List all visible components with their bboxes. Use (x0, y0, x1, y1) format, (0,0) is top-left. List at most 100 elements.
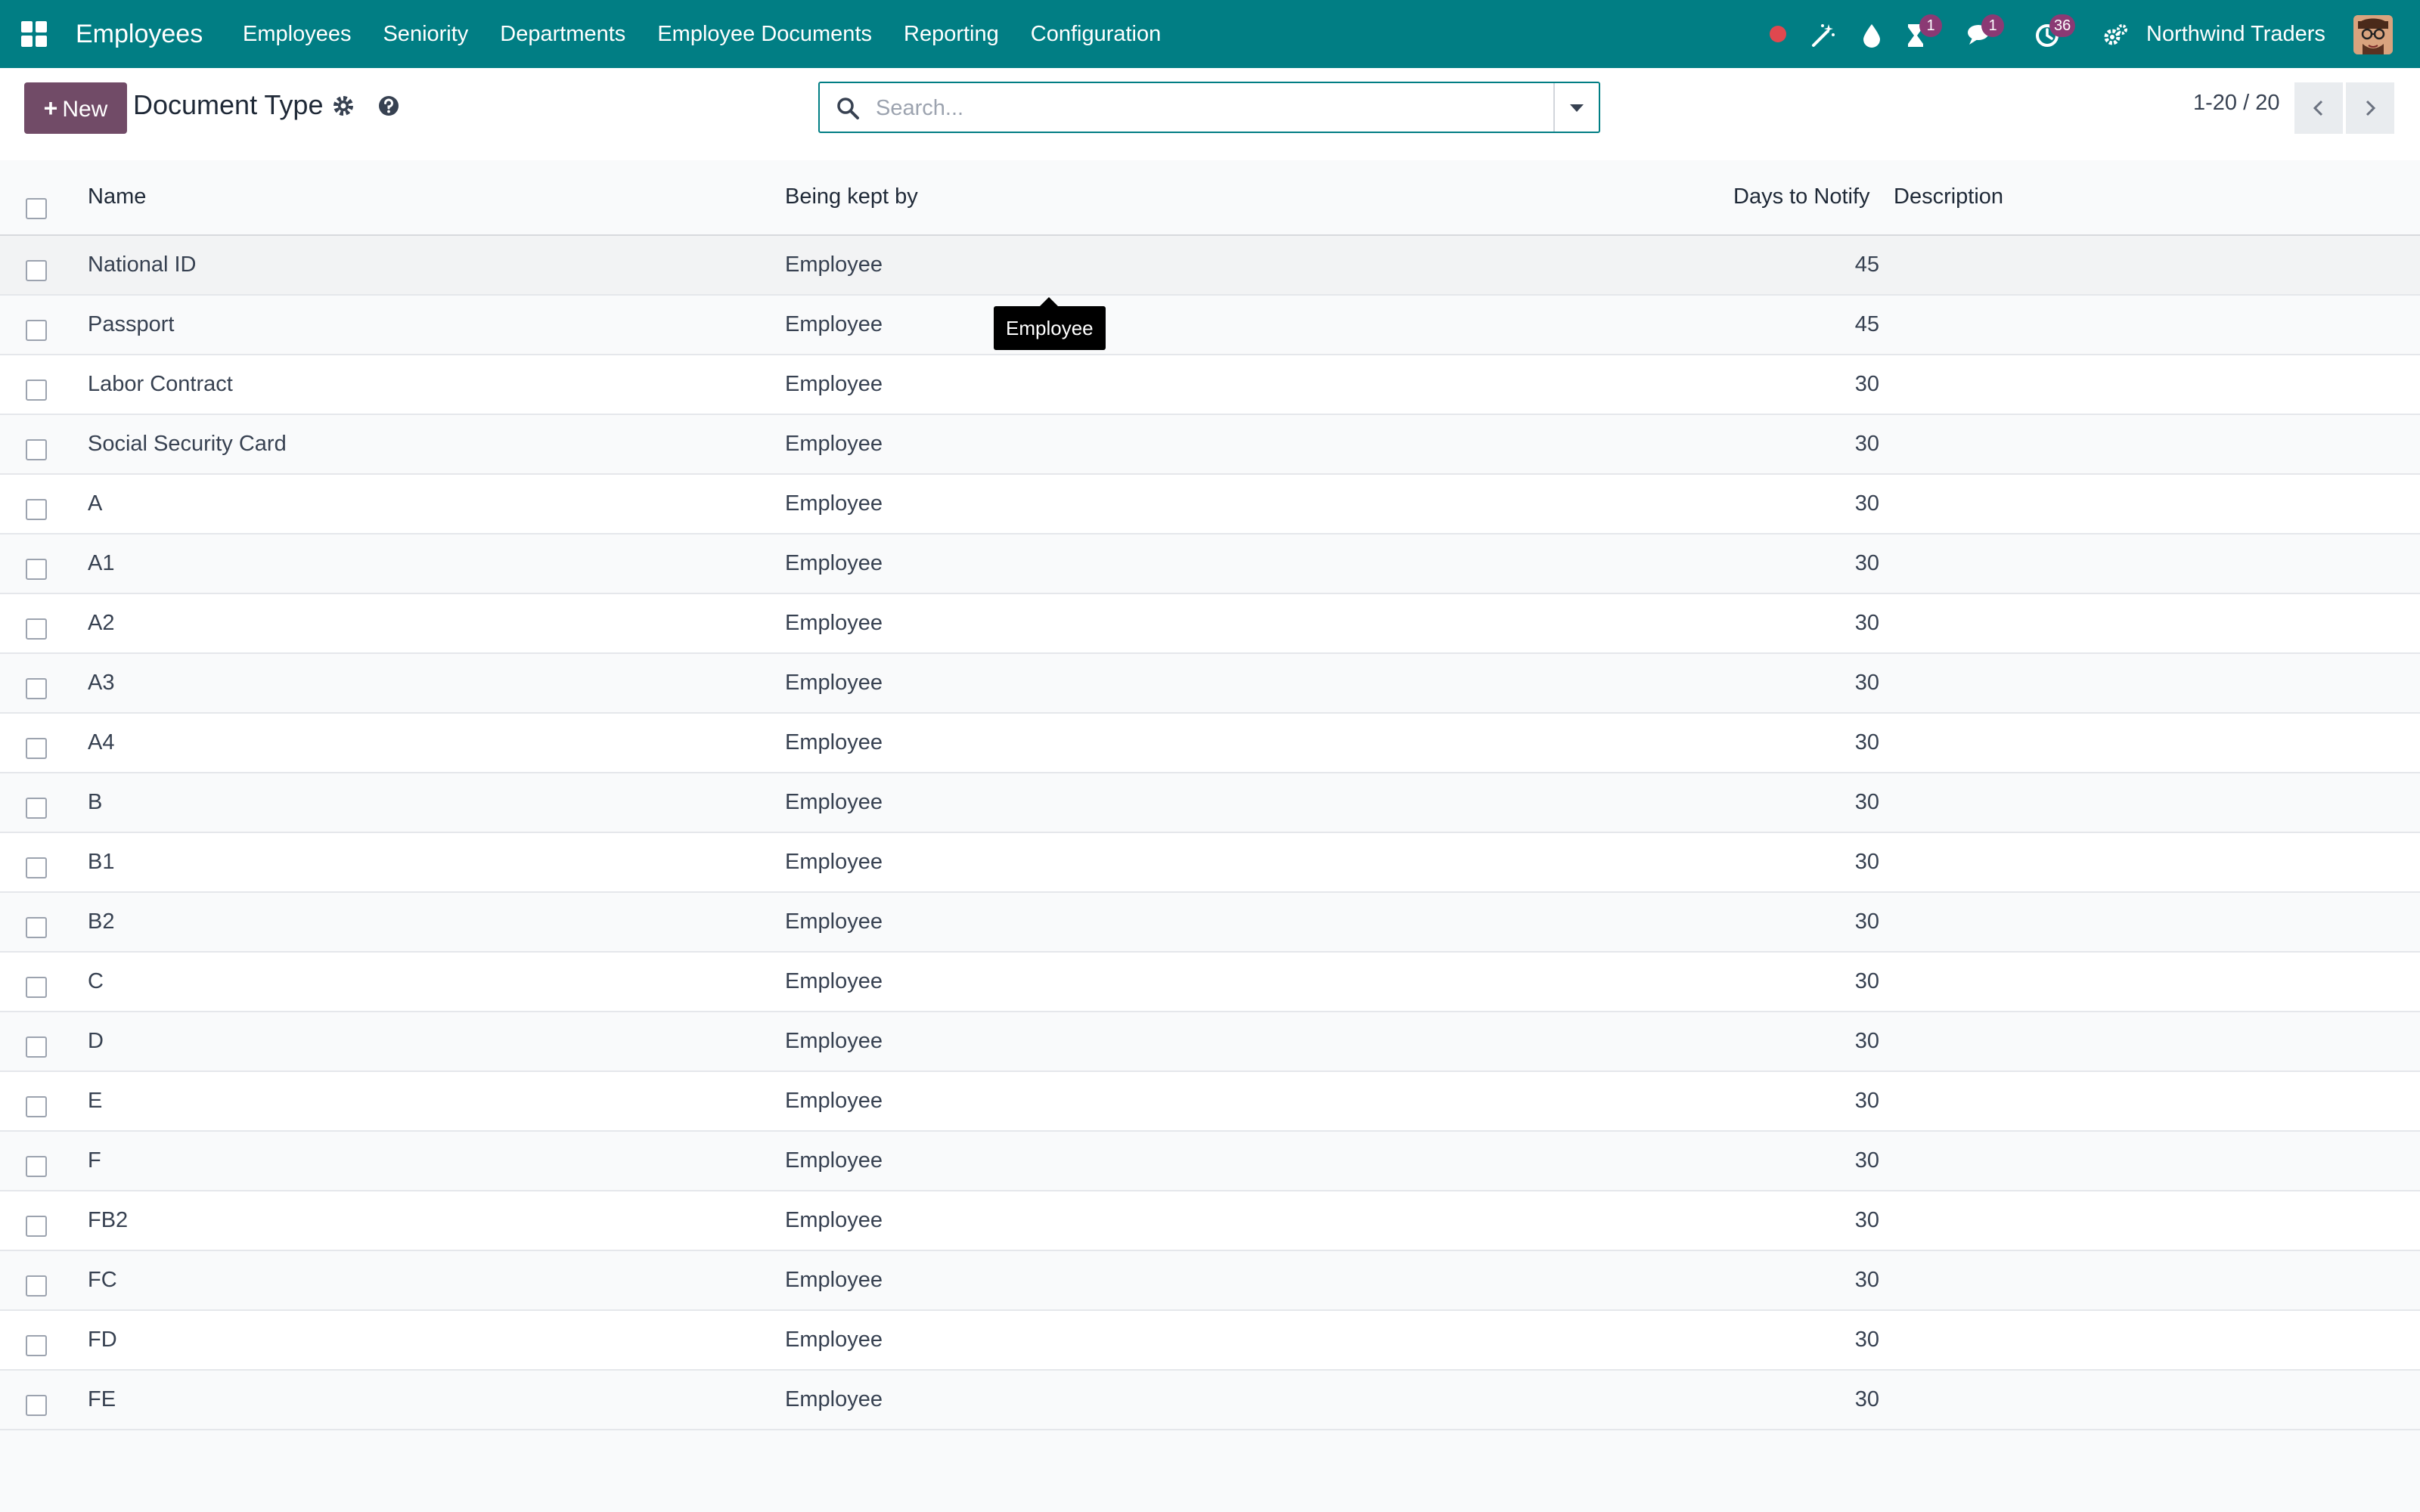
cell-being-kept-by: Employee (785, 611, 883, 635)
menu-departments[interactable]: Departments (484, 0, 641, 68)
table-row[interactable]: Labor Contract Employee 30 (0, 355, 2420, 415)
user-avatar[interactable] (2353, 15, 2393, 54)
menu-configuration[interactable]: Configuration (1015, 0, 1177, 68)
cell-name: F (88, 1148, 101, 1173)
row-checkbox[interactable] (26, 917, 47, 938)
main-menu: Employees Seniority Departments Employee… (227, 0, 1177, 68)
top-navbar: Employees Employees Seniority Department… (0, 0, 2420, 68)
clock-icon[interactable]: 36 (2030, 14, 2076, 51)
column-header-being-kept-by[interactable]: Being kept by (785, 184, 918, 209)
messages-icon[interactable]: 1 (1962, 14, 2004, 51)
row-checkbox[interactable] (26, 857, 47, 878)
page-title: Document Type (133, 89, 324, 120)
tooltip-text: Employee (1006, 317, 1094, 339)
new-button-label: New (62, 97, 108, 122)
table-row[interactable]: A2 Employee 30 (0, 594, 2420, 654)
new-button[interactable]: + New (24, 82, 127, 134)
pager-previous-button[interactable] (2294, 82, 2343, 134)
row-checkbox[interactable] (26, 1096, 47, 1117)
table-row[interactable]: B2 Employee 30 (0, 893, 2420, 953)
table-row[interactable]: A Employee 30 (0, 475, 2420, 534)
cell-name: B (88, 790, 103, 814)
chevron-left-icon (2313, 100, 2323, 116)
table-row[interactable]: FB2 Employee 30 (0, 1191, 2420, 1251)
pager-next-button[interactable] (2346, 82, 2394, 134)
table-row[interactable]: E Employee 30 (0, 1072, 2420, 1132)
gear-icon[interactable] (331, 94, 358, 121)
row-checkbox[interactable] (26, 798, 47, 819)
magic-wand-icon[interactable] (1806, 17, 1841, 51)
cell-name: E (88, 1089, 103, 1113)
select-all-checkbox[interactable] (26, 198, 47, 219)
messages-badge: 1 (1981, 14, 2004, 37)
table-row[interactable]: FC Employee 30 (0, 1251, 2420, 1311)
row-checkbox[interactable] (26, 1156, 47, 1177)
table-row[interactable]: National ID Employee 45 (0, 236, 2420, 296)
search-options-toggle[interactable] (1553, 83, 1599, 132)
table-row[interactable]: Passport Employee 45 (0, 296, 2420, 355)
table-row[interactable]: B1 Employee 30 (0, 833, 2420, 893)
table-row[interactable]: F Employee 30 (0, 1132, 2420, 1191)
plus-icon: + (43, 94, 58, 122)
row-checkbox[interactable] (26, 439, 47, 460)
cell-being-kept-by: Employee (785, 1148, 883, 1173)
row-checkbox[interactable] (26, 977, 47, 998)
row-checkbox[interactable] (26, 738, 47, 759)
cell-name: C (88, 969, 104, 993)
cell-days-to-notify: 30 (1854, 909, 1879, 934)
table-row[interactable]: FD Employee 30 (0, 1311, 2420, 1371)
cell-being-kept-by: Employee (785, 551, 883, 575)
search-input[interactable] (874, 88, 1573, 129)
app-name[interactable]: Employees (76, 0, 203, 68)
row-checkbox[interactable] (26, 618, 47, 640)
row-checkbox[interactable] (26, 1335, 47, 1356)
activity-hourglass-icon[interactable]: 1 (1900, 14, 1942, 51)
table-row[interactable]: C Employee 30 (0, 953, 2420, 1012)
cell-name: Passport (88, 312, 175, 336)
table-row[interactable]: FE Employee 30 (0, 1371, 2420, 1430)
tooltip-arrow (1040, 297, 1058, 306)
cell-days-to-notify: 45 (1854, 312, 1879, 336)
search-icon (835, 95, 861, 121)
cell-name: A4 (88, 730, 115, 754)
row-checkbox[interactable] (26, 1395, 47, 1416)
row-checkbox[interactable] (26, 559, 47, 580)
cell-being-kept-by: Employee (785, 671, 883, 695)
table-row[interactable]: B Employee 30 (0, 773, 2420, 833)
cell-being-kept-by: Employee (785, 969, 883, 993)
menu-reporting[interactable]: Reporting (888, 0, 1015, 68)
cell-being-kept-by: Employee (785, 909, 883, 934)
row-checkbox[interactable] (26, 1036, 47, 1058)
row-checkbox[interactable] (26, 260, 47, 281)
table-row[interactable]: Social Security Card Employee 30 (0, 415, 2420, 475)
table-row[interactable]: A4 Employee 30 (0, 714, 2420, 773)
row-checkbox[interactable] (26, 380, 47, 401)
cell-being-kept-by: Employee (785, 432, 883, 456)
row-checkbox[interactable] (26, 1275, 47, 1297)
cell-name: Social Security Card (88, 432, 287, 456)
cell-name: A (88, 491, 103, 516)
help-icon[interactable] (377, 94, 404, 121)
row-checkbox[interactable] (26, 499, 47, 520)
cell-days-to-notify: 30 (1854, 1208, 1879, 1232)
column-header-description[interactable]: Description (1894, 184, 2003, 209)
cell-days-to-notify: 30 (1854, 1148, 1879, 1173)
droplet-icon[interactable] (1856, 17, 1891, 51)
recording-icon[interactable] (1762, 17, 1797, 51)
row-checkbox[interactable] (26, 678, 47, 699)
menu-employees[interactable]: Employees (227, 0, 367, 68)
menu-employee-documents[interactable]: Employee Documents (641, 0, 888, 68)
cell-being-kept-by: Employee (785, 730, 883, 754)
gears-icon[interactable] (2098, 17, 2133, 51)
menu-seniority[interactable]: Seniority (367, 0, 484, 68)
row-checkbox[interactable] (26, 320, 47, 341)
column-header-days-to-notify[interactable]: Days to Notify (1733, 184, 1870, 209)
company-name[interactable]: Northwind Traders (2146, 0, 2325, 68)
apps-menu-icon[interactable] (20, 20, 48, 48)
row-checkbox[interactable] (26, 1216, 47, 1237)
table-row[interactable]: A3 Employee 30 (0, 654, 2420, 714)
table-row[interactable]: D Employee 30 (0, 1012, 2420, 1072)
table-row[interactable]: A1 Employee 30 (0, 534, 2420, 594)
column-header-name[interactable]: Name (88, 184, 146, 209)
pager-value[interactable]: 1-20 / 20 (2193, 91, 2279, 116)
